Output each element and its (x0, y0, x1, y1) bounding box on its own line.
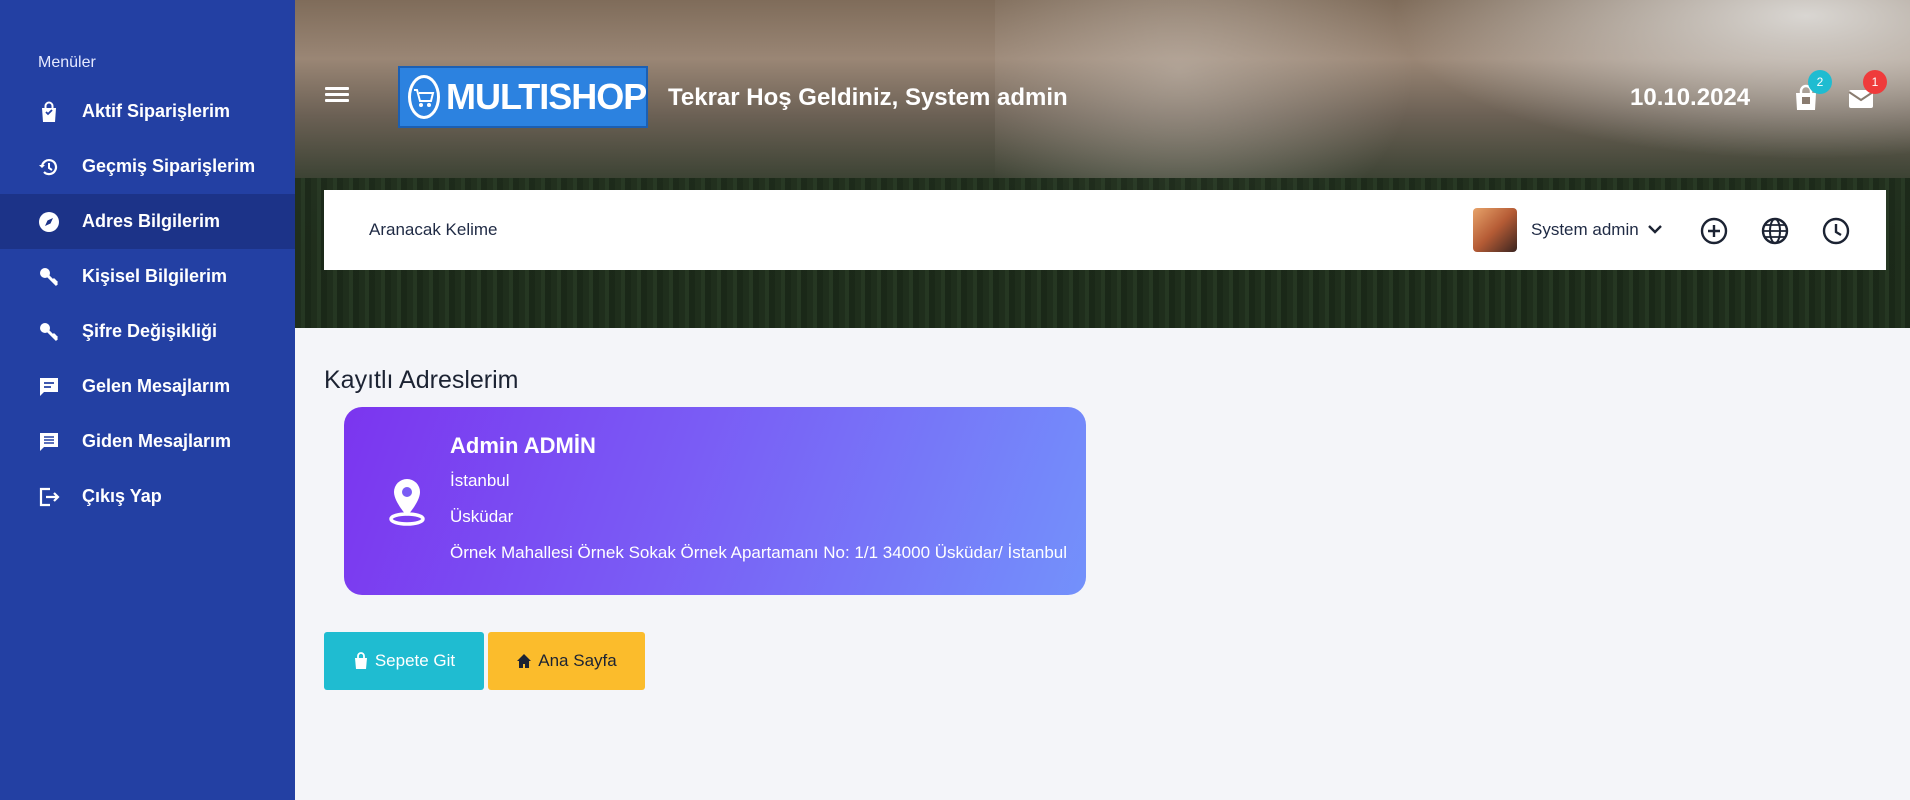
compass-icon (38, 211, 60, 233)
sidebar-item-label: Aktif Siparişlerim (82, 101, 231, 121)
message-icon (38, 376, 60, 398)
sidebar-item-logout[interactable]: Çıkış Yap (0, 469, 295, 524)
address-title: Admin ADMİN (450, 433, 596, 458)
sidebar-item-label: Kişisel Bilgilerim (82, 266, 228, 286)
sidebar-item-label: Gelen Mesajlarım (82, 376, 231, 396)
go-to-cart-button[interactable]: Sepete Git (324, 632, 484, 690)
location-pin-icon (389, 479, 425, 526)
user-menu-name[interactable]: System admin (1531, 220, 1639, 240)
shopping-bag-icon (354, 652, 367, 669)
message-lines-icon (38, 431, 60, 453)
home-label: Ana Sayfa (538, 651, 617, 670)
go-to-cart-label: Sepete Git (374, 651, 456, 670)
sidebar-menu: Aktif Siparişlerim Geçmiş Siparişlerim A… (0, 84, 295, 524)
address-full: Örnek Mahallesi Örnek Sokak Örnek Aparta… (450, 543, 1068, 562)
welcome-message: Tekrar Hoş Geldiniz, System admin (668, 84, 1068, 111)
key-icon (38, 266, 60, 288)
clock-icon[interactable] (1821, 216, 1851, 246)
cart-count-badge: 2 (1808, 70, 1832, 94)
sidebar-item-label: Şifre Değişikliği (82, 321, 218, 341)
search-input[interactable]: Aranacak Kelime (369, 220, 498, 240)
address-district: Üsküdar (450, 507, 514, 526)
home-button[interactable]: Ana Sayfa (488, 632, 645, 690)
address-city: İstanbul (450, 471, 510, 490)
logo-cart-icon (408, 75, 440, 119)
logout-icon (38, 486, 60, 508)
sidebar-item-label: Çıkış Yap (82, 486, 162, 506)
current-date: 10.10.2024 (1630, 84, 1751, 111)
home-icon (517, 654, 532, 668)
menu-toggle-icon[interactable] (325, 84, 353, 110)
sidebar-item-active-orders[interactable]: Aktif Siparişlerim (0, 84, 295, 139)
mail-notification[interactable]: 1 (1847, 70, 1887, 114)
history-icon (38, 156, 60, 178)
chevron-down-icon[interactable] (1646, 220, 1664, 238)
globe-icon[interactable] (1760, 216, 1790, 246)
sidebar: Menüler Aktif Siparişlerim Geçmiş Sipari… (0, 0, 295, 800)
sidebar-item-personal-info[interactable]: Kişisel Bilgilerim (0, 249, 295, 304)
key-icon (38, 321, 60, 343)
search-bar: Aranacak Kelime System admin (324, 190, 1886, 270)
cart-notification[interactable]: 2 (1792, 70, 1832, 114)
logo[interactable]: MULTISHOP (398, 66, 648, 128)
avatar[interactable] (1473, 208, 1517, 252)
address-card[interactable]: Admin ADMİN İstanbul Üsküdar Örnek Mahal… (344, 407, 1086, 595)
add-circle-icon[interactable] (1699, 216, 1729, 246)
page-title: Kayıtlı Adreslerim (324, 366, 519, 394)
logo-text: MULTISHOP (446, 76, 647, 117)
sidebar-title: Menüler (38, 54, 96, 71)
shopping-bag-icon (38, 101, 60, 123)
sidebar-item-past-orders[interactable]: Geçmiş Siparişlerim (0, 139, 295, 194)
sidebar-item-password-change[interactable]: Şifre Değişikliği (0, 304, 295, 359)
sidebar-item-outbox[interactable]: Giden Mesajlarım (0, 414, 295, 469)
sidebar-item-address[interactable]: Adres Bilgilerim (0, 194, 295, 249)
sidebar-item-label: Geçmiş Siparişlerim (82, 156, 256, 176)
sidebar-item-label: Adres Bilgilerim (82, 211, 221, 231)
header-hero-image (295, 0, 1910, 328)
mail-count-badge: 1 (1863, 70, 1887, 94)
sidebar-item-inbox[interactable]: Gelen Mesajlarım (0, 359, 295, 414)
sidebar-item-label: Giden Mesajlarım (82, 431, 232, 451)
